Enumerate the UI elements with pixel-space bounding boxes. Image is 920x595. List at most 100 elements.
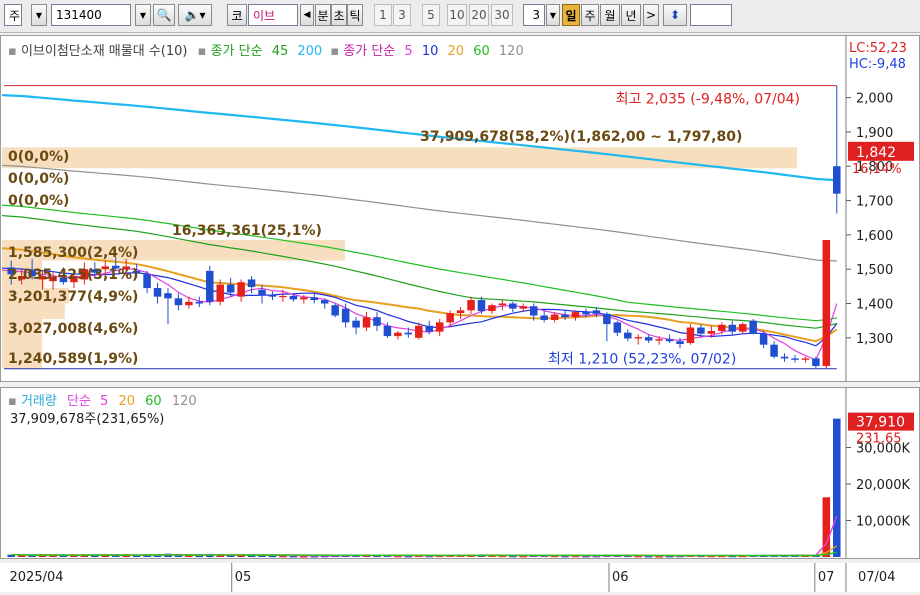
candle-up (435, 322, 444, 332)
period-button-5[interactable]: 5 (422, 4, 440, 26)
current-price-value: 1,842 (856, 145, 896, 161)
legend-bullet: ▪ (8, 394, 21, 409)
candle-up (519, 306, 528, 309)
candle-down (195, 301, 204, 304)
legend-ma-short-label: 종가 단순 (343, 44, 395, 59)
price-tick-label: 1,700 (856, 195, 893, 210)
period-label: 20 (471, 8, 487, 22)
candle-down (174, 298, 183, 306)
candle-down (697, 327, 705, 334)
volume-profile-label: 37,909,678(58,2%)(1,862,00 ~ 1,797,80) (420, 129, 742, 145)
stock-code-input[interactable]: 131400 (51, 4, 131, 26)
candle-up (216, 284, 224, 302)
candle-down (728, 324, 737, 332)
legend-ma200: 200 (297, 44, 322, 59)
x-axis-label: 06 (612, 570, 629, 585)
candle-down (780, 356, 789, 359)
volume-profile-label: 0(0,0%) (8, 149, 69, 165)
volume-bar (833, 418, 841, 557)
candle-up (550, 314, 559, 320)
extra-input[interactable] (690, 4, 732, 26)
candle-down (759, 333, 768, 345)
period-button-second[interactable]: 초 (331, 4, 347, 26)
period-button-week[interactable]: 주 (581, 4, 599, 26)
period-label: 주 (584, 8, 596, 23)
price-tick-label: 1,600 (856, 229, 893, 244)
candle-up (279, 295, 287, 298)
period-button-year[interactable]: 년 (621, 4, 641, 26)
candle-up (185, 301, 193, 306)
next-button[interactable]: > (643, 4, 659, 26)
chevron-down-icon: ▼ (549, 10, 557, 20)
interval-input[interactable]: 3 (523, 4, 545, 26)
market-dropdown-button[interactable]: ▼ (31, 4, 47, 26)
candle-down (206, 270, 214, 302)
volume-profile-band (2, 303, 65, 319)
x-axis-label: 07 (818, 570, 835, 585)
candle-up (300, 297, 308, 300)
legend-ma10: 10 (422, 44, 439, 59)
candle-down (603, 313, 611, 325)
volume-badge-value: 37,910 (856, 415, 905, 431)
candle-up (467, 300, 475, 311)
price-tick-label: 1,900 (856, 126, 893, 141)
market-kr-label: 코 (231, 8, 243, 23)
volume-profile-label: 3,027,008(4,6%) (8, 321, 138, 337)
legend-vma5: 5 (100, 394, 108, 409)
period-button-tick[interactable]: 틱 (347, 4, 363, 26)
legend-ma-long-label: 종가 단순 (211, 44, 263, 59)
candle-down (791, 358, 799, 360)
code-dropdown-button[interactable]: ▼ (135, 4, 151, 26)
candle-up (456, 310, 465, 314)
period-label: 30 (494, 8, 510, 22)
volume-profile-label: 0(0,0%) (8, 193, 69, 209)
period-button-3[interactable]: 3 (393, 4, 411, 26)
period-label: 1 (379, 8, 387, 22)
period-label: 10 (449, 8, 465, 22)
legend-ma60: 60 (473, 44, 490, 59)
triangle-left-icon: ◀ (303, 10, 311, 20)
period-button-day[interactable]: 일 (562, 4, 580, 26)
candle-down (624, 332, 632, 339)
search-button[interactable]: 🔍 (153, 4, 175, 26)
price-tick-label: 1,300 (856, 332, 893, 347)
volume-profile-label: 0(0,0%) (8, 171, 69, 187)
candle-up (394, 332, 402, 337)
candle-down (373, 317, 381, 326)
x-axis-label: 05 (235, 570, 252, 585)
legend-bullet: ▪ (330, 44, 343, 59)
period-button-20[interactable]: 20 (469, 4, 489, 26)
prev-button[interactable]: ◀ (300, 4, 314, 26)
candle-down (341, 308, 350, 323)
price-tick-label: 2,000 (856, 92, 893, 107)
candle-down (143, 274, 151, 289)
interval-dropdown-button[interactable]: ▼ (546, 4, 560, 26)
candle-up (634, 337, 642, 339)
market-kr-button[interactable]: 코 (227, 4, 247, 26)
volume-profile-label: 1,585,300(2,4%) (8, 245, 138, 261)
period-button-10[interactable]: 10 (447, 4, 467, 26)
candle-down (226, 284, 235, 293)
volume-bar (822, 497, 831, 557)
stock-name-field: 이브 (248, 4, 298, 26)
period-button-1[interactable]: 1 (374, 4, 392, 26)
period-label: 3 (398, 8, 406, 22)
sound-button[interactable]: 🔈▾ (178, 4, 212, 26)
candle-down (477, 300, 486, 312)
candle-up (718, 324, 726, 331)
period-button-30[interactable]: 30 (491, 4, 513, 26)
period-label: 5 (427, 8, 435, 22)
updown-button[interactable]: ⬍ (663, 4, 687, 26)
chevron-down-icon: ▼ (35, 10, 43, 20)
period-button-month[interactable]: 월 (600, 4, 620, 26)
candle-up (686, 327, 695, 343)
market-select[interactable]: 주 (4, 4, 22, 26)
volume-profile-label: 16,365,361(25,1%) (172, 223, 322, 239)
market-select-label: 주 (9, 8, 21, 23)
period-button-minute[interactable]: 분 (315, 4, 331, 26)
candle-up (801, 358, 810, 360)
candle-down (164, 293, 172, 299)
stock-chart: 37,909,678(58,2%)(1,862,00 ~ 1,797,80) 0(… (0, 35, 920, 592)
candle-down (509, 303, 517, 309)
period-label: 년 (625, 8, 637, 23)
